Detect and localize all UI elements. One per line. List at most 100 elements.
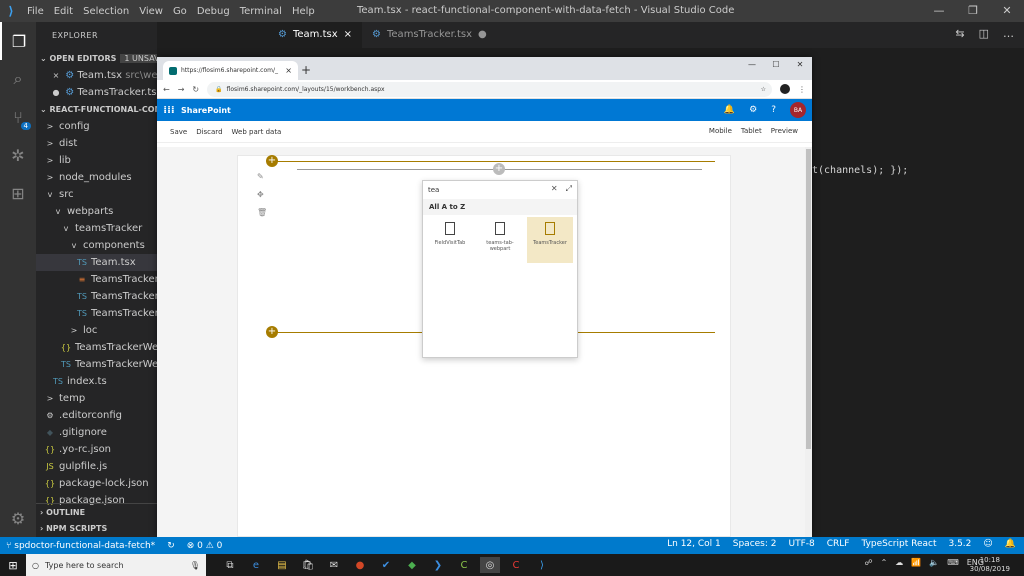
outline-section[interactable]: › OUTLINE <box>36 503 157 520</box>
file-tree-item[interactable]: {} TeamsTrackerWeb <box>36 339 157 356</box>
close-icon[interactable]: ✕ <box>788 57 812 72</box>
powershell-icon[interactable]: ❯ <box>428 557 448 573</box>
close-icon[interactable]: × <box>50 67 62 84</box>
store-icon[interactable]: 🛍 <box>298 557 318 573</box>
maximize-icon[interactable]: ☐ <box>764 57 788 72</box>
tab-team-tsx[interactable]: ⚙ Team.tsx × <box>268 22 363 48</box>
tablet-button[interactable]: Tablet <box>741 127 762 135</box>
back-icon[interactable]: ← <box>163 85 170 94</box>
problems-status[interactable]: ⊗ 0 ⚠ 0 <box>187 541 223 551</box>
browser-menu-icon[interactable]: ⋮ <box>798 85 806 94</box>
menu-item-edit[interactable]: Edit <box>54 6 73 17</box>
windows-start-icon[interactable]: ⊞ <box>0 559 26 572</box>
file-tree-item[interactable]: {} package-lock.json <box>36 475 157 492</box>
branch-status[interactable]: ⑂ spdoctor-functional-data-fetch* <box>6 541 155 551</box>
edge-icon[interactable]: e <box>246 557 266 573</box>
delete-icon[interactable]: 🗑 <box>257 208 267 217</box>
file-tree-item[interactable]: > loc <box>36 322 157 339</box>
cursor-position[interactable]: Ln 12, Col 1 <box>667 539 721 549</box>
add-webpart-icon[interactable]: + <box>493 163 505 175</box>
file-tree-item[interactable]: ≡ TeamsTracker.m <box>36 271 157 288</box>
notifications-bell-icon[interactable]: 🔔 <box>724 105 735 115</box>
file-tree-item[interactable]: > node_modules <box>36 169 157 186</box>
web-part-data-button[interactable]: Web part data <box>232 128 282 136</box>
recorder-icon[interactable]: C <box>506 557 526 573</box>
debug-icon[interactable]: ✲ <box>0 136 36 174</box>
npm-scripts-section[interactable]: › NPM SCRIPTS <box>36 520 157 537</box>
volume-icon[interactable]: 🔈 <box>929 558 939 567</box>
source-control-icon[interactable]: ⑂ 4 <box>0 98 36 136</box>
ts-version[interactable]: 3.5.2 <box>948 539 971 549</box>
sharepoint-brand[interactable]: SharePoint <box>181 106 231 115</box>
indentation[interactable]: Spaces: 2 <box>733 539 777 549</box>
menu-item-debug[interactable]: Debug <box>197 6 230 17</box>
file-tree-item[interactable]: > temp <box>36 390 157 407</box>
scrollbar-thumb[interactable] <box>806 149 811 449</box>
picker-search-input[interactable]: tea <box>428 186 439 194</box>
app-icon[interactable]: ◆ <box>402 557 422 573</box>
extensions-icon[interactable]: ⊞ <box>0 174 36 212</box>
encoding[interactable]: UTF-8 <box>788 539 814 549</box>
search-icon[interactable]: ⌕ <box>0 60 36 98</box>
open-editor-team[interactable]: × ⚙ Team.tsx src\webpa <box>36 67 157 84</box>
minimize-icon[interactable]: — <box>922 0 956 22</box>
browser-tab[interactable]: https://flosim6.sharepoint.com/_ × <box>163 61 298 80</box>
file-tree-item[interactable]: ◆ .gitignore <box>36 424 157 441</box>
open-editors-section[interactable]: ⌄ OPEN EDITORS1 UNSAVED <box>36 50 157 67</box>
explorer-icon[interactable]: ❐ <box>0 22 36 60</box>
mobile-button[interactable]: Mobile <box>709 127 732 135</box>
file-tree-item[interactable]: v webparts <box>36 203 157 220</box>
compare-icon[interactable]: ⇆ <box>955 27 964 40</box>
network-icon[interactable]: 📶 <box>911 558 921 567</box>
move-icon[interactable]: ✥ <box>257 190 267 199</box>
file-tree-item[interactable]: v teamsTracker <box>36 220 157 237</box>
browser-scrollbar[interactable] <box>805 147 812 537</box>
settings-gear-icon[interactable]: ⚙ <box>749 105 757 115</box>
avatar[interactable]: BA <box>790 102 806 118</box>
minimize-icon[interactable]: — <box>740 57 764 72</box>
powerpoint-icon[interactable]: ● <box>350 557 370 573</box>
file-tree-item[interactable]: JS gulpfile.js <box>36 458 157 475</box>
mail-icon[interactable]: ✉ <box>324 557 344 573</box>
preview-button[interactable]: Preview <box>771 127 798 135</box>
project-section[interactable]: ⌄ REACT-FUNCTIONAL-COM <box>36 101 157 118</box>
settings-gear-icon[interactable]: ⚙ <box>0 499 36 537</box>
reload-icon[interactable]: ↻ <box>192 85 199 94</box>
file-tree-item[interactable]: {} .yo-rc.json <box>36 441 157 458</box>
restore-icon[interactable]: ❐ <box>956 0 990 22</box>
discard-button[interactable]: Discard <box>196 128 222 136</box>
todo-icon[interactable]: ✔ <box>376 557 396 573</box>
menu-item-view[interactable]: View <box>139 6 163 17</box>
split-editor-icon[interactable]: ◫ <box>979 27 989 40</box>
file-tree-item[interactable]: TS index.ts <box>36 373 157 390</box>
new-tab-icon[interactable]: + <box>298 61 314 80</box>
file-tree-item[interactable]: v components <box>36 237 157 254</box>
sync-icon[interactable]: ↻ <box>167 541 175 551</box>
webpart-item-teamstracker[interactable]: TeamsTracker <box>527 217 573 263</box>
extension-icon[interactable] <box>780 84 790 94</box>
menu-item-help[interactable]: Help <box>292 6 315 17</box>
help-icon[interactable]: ? <box>771 105 776 115</box>
chevron-up-icon[interactable]: ⌃ <box>881 558 888 567</box>
language-mode[interactable]: TypeScript React <box>861 539 936 549</box>
microphone-icon[interactable]: 🎙 <box>190 561 200 570</box>
cloud-icon[interactable]: ☁ <box>895 558 903 567</box>
menu-item-selection[interactable]: Selection <box>83 6 129 17</box>
address-bar[interactable]: 🔒 flosim6.sharepoint.com/_layouts/15/work… <box>207 81 772 97</box>
clear-search-icon[interactable]: ✕ <box>551 184 558 194</box>
file-tree-item[interactable]: v src <box>36 186 157 203</box>
edit-icon[interactable]: ✎ <box>257 172 267 181</box>
taskbar-clock[interactable]: 10:18 30/08/2019 <box>970 556 1010 574</box>
chrome-icon[interactable]: ◎ <box>480 557 500 573</box>
add-section-icon[interactable]: + <box>266 155 278 167</box>
code-line[interactable]: t(channels); }); <box>812 165 908 176</box>
line-ending[interactable]: CRLF <box>827 539 850 549</box>
menu-item-terminal[interactable]: Terminal <box>240 6 282 17</box>
picker-search[interactable]: tea ✕ ⤢ <box>423 181 577 199</box>
picker-scrollbar[interactable] <box>571 201 576 357</box>
bookmark-star-icon[interactable]: ☆ <box>761 86 766 93</box>
webpart-item-fieldvisittab[interactable]: FieldVisitTab <box>427 217 473 263</box>
expand-icon[interactable]: ⤢ <box>566 184 572 194</box>
file-tree-item[interactable]: > config <box>36 118 157 135</box>
camtasia-icon[interactable]: C <box>454 557 474 573</box>
